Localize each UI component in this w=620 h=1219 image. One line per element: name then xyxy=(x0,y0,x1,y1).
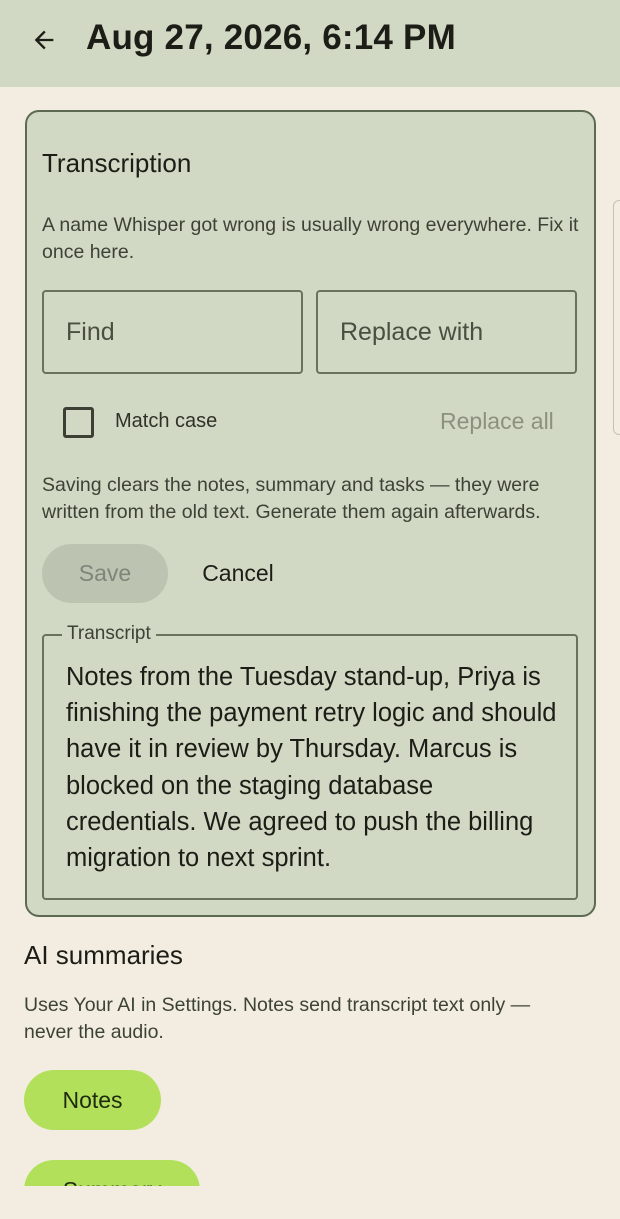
page-title: Aug 27, 2026, 6:14 PM xyxy=(86,18,456,57)
transcription-description: A name Whisper got wrong is usually wron… xyxy=(42,214,579,263)
ai-actions: Notes Summary xyxy=(0,1060,620,1186)
save-warning-text: Saving clears the notes, summary and tas… xyxy=(42,474,541,523)
scrollbar[interactable] xyxy=(613,200,620,435)
transcript-label: Transcript xyxy=(62,623,156,645)
save-button[interactable]: Save xyxy=(42,544,168,603)
cancel-button[interactable]: Cancel xyxy=(180,544,296,603)
replace-input[interactable] xyxy=(316,290,577,374)
match-case-checkbox[interactable] xyxy=(63,407,94,438)
find-input[interactable] xyxy=(42,290,303,374)
ai-summaries-title: AI summaries xyxy=(24,940,183,970)
match-case-label: Match case xyxy=(115,410,218,432)
ai-summaries-description: Uses Your AI in Settings. Notes send tra… xyxy=(24,994,531,1043)
notes-button[interactable]: Notes xyxy=(24,1070,161,1130)
summary-button[interactable]: Summary xyxy=(24,1160,200,1186)
transcript-text[interactable]: Notes from the Tuesday stand-up, Priya i… xyxy=(66,659,561,876)
transcription-title: Transcription xyxy=(42,148,192,178)
back-button[interactable] xyxy=(24,20,64,60)
replace-all-button[interactable]: Replace all xyxy=(440,408,554,435)
arrow-back-icon xyxy=(34,30,54,50)
top-app-bar: Aug 27, 2026, 6:14 PM xyxy=(0,0,620,87)
